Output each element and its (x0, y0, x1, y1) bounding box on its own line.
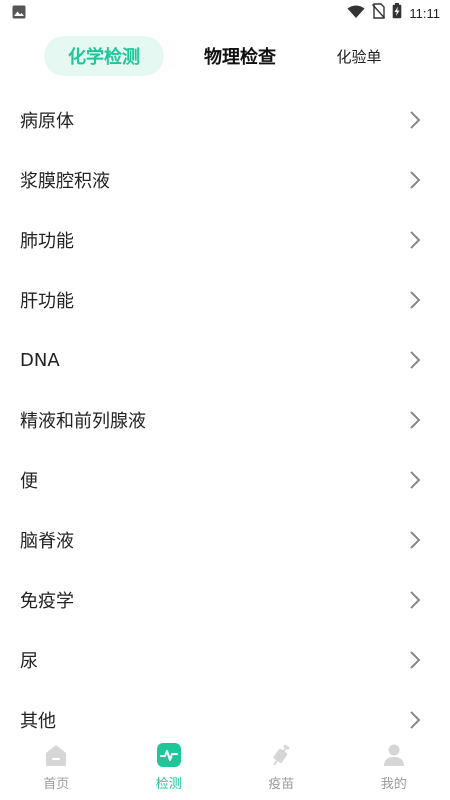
status-left (12, 4, 26, 23)
nav-label-profile: 我的 (380, 777, 407, 792)
profile-icon (383, 744, 404, 766)
list-item-label: 脑脊液 (20, 531, 74, 552)
nav-label-home: 首页 (43, 777, 70, 792)
chevron-right-icon (410, 591, 421, 609)
nav-item-vaccine[interactable]: 疫苗 (225, 736, 338, 800)
chevron-right-icon (410, 231, 421, 249)
list-item-label: 精液和前列腺液 (20, 411, 146, 432)
list-item-label: 肺功能 (20, 231, 74, 252)
tab-physical-examination[interactable]: 物理检查 (190, 36, 290, 76)
status-right: 11:11 (347, 3, 440, 23)
tab-lab-report[interactable]: 化验单 (324, 36, 394, 76)
chevron-right-icon (410, 711, 421, 729)
bottom-navigation: 首页 检测 疫苗 我的 (0, 736, 450, 800)
test-category-list: 病原体 浆膜腔积液 肺功能 肝功能 DNA 精液和前列腺液 便 脑脊液 免疫学 … (0, 90, 450, 750)
chevron-right-icon (410, 651, 421, 669)
list-item-urine[interactable]: 尿 (0, 630, 450, 690)
status-bar: 11:11 (0, 0, 450, 26)
list-item-label: 肝功能 (20, 291, 74, 312)
list-item-label: 免疫学 (20, 591, 74, 612)
wifi-icon (347, 4, 365, 23)
nav-item-home[interactable]: 首页 (0, 736, 113, 800)
list-item-lung-function[interactable]: 肺功能 (0, 210, 450, 270)
chevron-right-icon (410, 171, 421, 189)
list-item-serous-effusion[interactable]: 浆膜腔积液 (0, 150, 450, 210)
list-item-immunology[interactable]: 免疫学 (0, 570, 450, 630)
chevron-right-icon (410, 531, 421, 549)
list-item-liver-function[interactable]: 肝功能 (0, 270, 450, 330)
list-item-label: 尿 (20, 651, 38, 672)
chevron-right-icon (410, 291, 421, 309)
vaccine-icon (273, 744, 290, 766)
list-item-label: 便 (20, 471, 38, 492)
nav-label-vaccine: 疫苗 (268, 777, 295, 792)
tab-chemical-testing[interactable]: 化学检测 (44, 36, 164, 76)
list-item-label: 病原体 (20, 111, 74, 132)
pulse-icon (156, 743, 181, 767)
chevron-right-icon (410, 471, 421, 489)
chevron-right-icon (410, 411, 421, 429)
list-item-semen-prostatic-fluid[interactable]: 精液和前列腺液 (0, 390, 450, 450)
nav-item-profile[interactable]: 我的 (338, 736, 450, 800)
list-item-pathogen[interactable]: 病原体 (0, 90, 450, 150)
chevron-right-icon (410, 351, 421, 369)
category-tabs: 化学检测 物理检查 化验单 (0, 36, 450, 78)
list-item-stool[interactable]: 便 (0, 450, 450, 510)
home-icon (46, 745, 67, 766)
chevron-right-icon (410, 111, 421, 129)
no-sim-icon (372, 3, 386, 23)
list-item-cerebrospinal-fluid[interactable]: 脑脊液 (0, 510, 450, 570)
image-notification-icon (12, 4, 26, 23)
list-item-label: 浆膜腔积液 (20, 171, 110, 192)
battery-charging-icon (392, 3, 402, 23)
list-item-label: 其他 (20, 711, 56, 732)
list-item-label: DNA (20, 349, 60, 371)
status-time: 11:11 (409, 5, 440, 21)
nav-label-testing: 检测 (155, 777, 182, 792)
list-item-dna[interactable]: DNA (0, 330, 450, 390)
nav-item-testing[interactable]: 检测 (113, 736, 226, 800)
